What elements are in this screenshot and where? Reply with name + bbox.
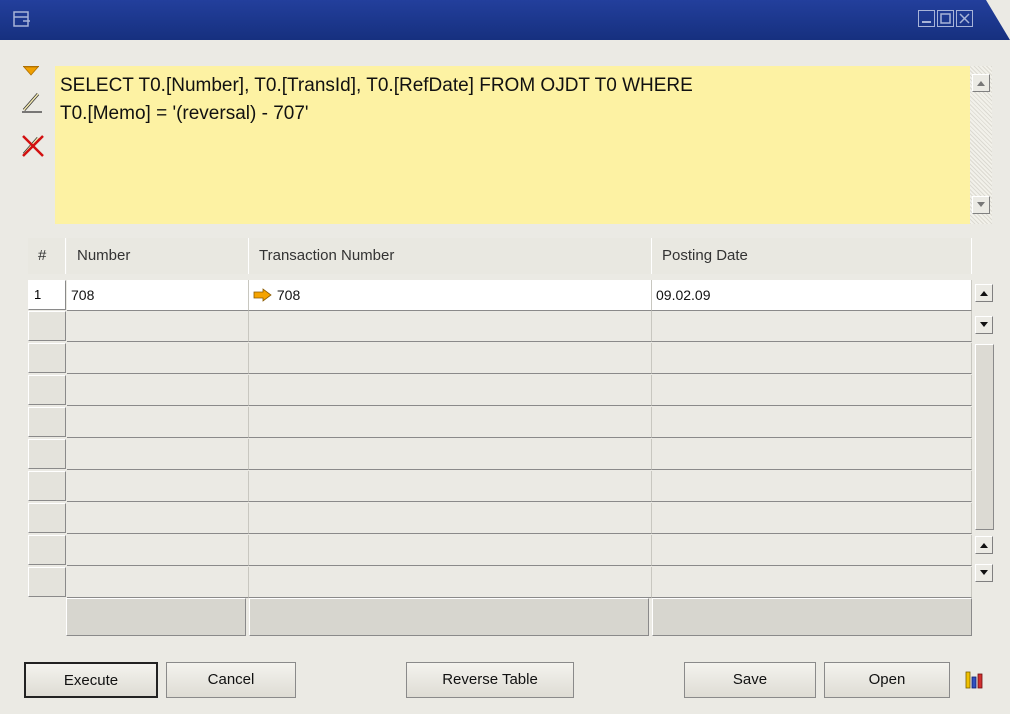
reverse-table-label: Reverse Table <box>442 671 538 688</box>
cell-transaction-number[interactable] <box>249 471 652 502</box>
row-number[interactable] <box>28 567 66 597</box>
cell-posting-date[interactable] <box>652 567 972 598</box>
table-row[interactable] <box>28 439 972 470</box>
table-row[interactable] <box>28 535 972 566</box>
cell-posting-date[interactable]: 09.02.09 <box>652 280 972 311</box>
query-tools <box>20 66 50 166</box>
scroll-up-button[interactable] <box>975 284 993 302</box>
open-button[interactable]: Open <box>824 662 950 698</box>
pencil-delete-icon[interactable] <box>20 132 46 158</box>
row-number[interactable] <box>28 407 66 437</box>
pencil-icon[interactable] <box>20 90 44 114</box>
scroll-down-button[interactable] <box>975 316 993 334</box>
row-number[interactable] <box>28 535 66 565</box>
cell-number[interactable] <box>67 471 249 502</box>
cell-transaction-number[interactable] <box>249 535 652 566</box>
close-button[interactable] <box>956 10 973 27</box>
scroll-up-button[interactable] <box>975 536 993 554</box>
cell-transaction-number[interactable] <box>249 567 652 598</box>
cell-number[interactable] <box>67 375 249 406</box>
cell-posting-date[interactable] <box>652 471 972 502</box>
table-row[interactable] <box>28 311 972 342</box>
filter-triangle-icon[interactable] <box>23 66 39 76</box>
table-row[interactable] <box>28 567 972 598</box>
chevron-down-icon <box>980 570 988 575</box>
cell-posting-date[interactable] <box>652 375 972 406</box>
query-text[interactable]: SELECT T0.[Number], T0.[TransId], T0.[Re… <box>60 72 960 128</box>
transaction-number-value: 708 <box>276 287 301 303</box>
query-scrollbar[interactable] <box>970 66 992 224</box>
window-icon <box>13 11 30 27</box>
bar-chart-icon[interactable] <box>964 668 986 690</box>
cancel-button[interactable]: Cancel <box>166 662 296 698</box>
maximize-button[interactable] <box>937 10 954 27</box>
title-bar-corner <box>986 0 1010 40</box>
cell-transaction-number[interactable] <box>249 503 652 534</box>
scroll-down-button[interactable] <box>975 564 993 582</box>
chevron-down-icon <box>980 322 988 327</box>
table-row[interactable]: 1 708 708 09.02.09 <box>28 280 972 311</box>
column-header-index[interactable]: # <box>28 238 66 274</box>
query-window: SELECT T0.[Number], T0.[TransId], T0.[Re… <box>0 0 1010 714</box>
row-number[interactable] <box>28 439 66 469</box>
row-number[interactable] <box>28 311 66 341</box>
cell-transaction-number[interactable] <box>249 375 652 406</box>
maximize-icon <box>940 13 951 24</box>
grid-footer <box>66 598 972 636</box>
close-icon <box>959 13 970 24</box>
save-button[interactable]: Save <box>684 662 816 698</box>
cell-posting-date[interactable] <box>652 343 972 374</box>
table-row[interactable] <box>28 375 972 406</box>
footer-cell-transaction-number <box>249 598 649 636</box>
minimize-button[interactable] <box>918 10 935 27</box>
cell-number[interactable] <box>67 311 249 342</box>
scroll-down-button[interactable] <box>972 196 990 214</box>
cell-number[interactable] <box>67 439 249 470</box>
cell-transaction-number[interactable]: 708 <box>249 280 652 311</box>
table-row[interactable] <box>28 503 972 534</box>
minimize-icon <box>922 21 931 23</box>
chevron-up-icon <box>980 543 988 548</box>
execute-button[interactable]: Execute <box>24 662 158 698</box>
query-editor[interactable]: SELECT T0.[Number], T0.[TransId], T0.[Re… <box>55 66 970 224</box>
cell-number[interactable] <box>67 535 249 566</box>
row-number[interactable] <box>28 471 66 501</box>
chevron-up-icon <box>980 291 988 296</box>
grid-scrollbar[interactable] <box>973 280 996 586</box>
chevron-up-icon <box>977 81 985 86</box>
footer-cell-number <box>66 598 246 636</box>
column-header-number[interactable]: Number <box>67 238 249 274</box>
column-header-transaction-number[interactable]: Transaction Number <box>249 238 652 274</box>
cell-posting-date[interactable] <box>652 439 972 470</box>
cell-number[interactable]: 708 <box>67 280 249 311</box>
scroll-thumb[interactable] <box>975 344 994 530</box>
reverse-table-button[interactable]: Reverse Table <box>406 662 574 698</box>
cell-transaction-number[interactable] <box>249 439 652 470</box>
table-row[interactable] <box>28 471 972 502</box>
orange-arrow-icon[interactable] <box>253 288 273 302</box>
row-number[interactable] <box>28 503 66 533</box>
row-number[interactable]: 1 <box>28 280 66 310</box>
cell-posting-date[interactable] <box>652 407 972 438</box>
row-number[interactable] <box>28 343 66 373</box>
footer-cell-posting-date <box>652 598 972 636</box>
table-row[interactable] <box>28 343 972 374</box>
table-row[interactable] <box>28 407 972 438</box>
cell-posting-date[interactable] <box>652 503 972 534</box>
column-header-posting-date[interactable]: Posting Date <box>652 238 972 274</box>
chevron-down-icon <box>977 202 985 207</box>
row-number[interactable] <box>28 375 66 405</box>
cell-number[interactable] <box>67 343 249 374</box>
cell-number[interactable] <box>67 407 249 438</box>
cell-number[interactable] <box>67 567 249 598</box>
cell-number[interactable] <box>67 503 249 534</box>
scroll-up-button[interactable] <box>972 74 990 92</box>
cell-posting-date[interactable] <box>652 311 972 342</box>
cell-transaction-number[interactable] <box>249 343 652 374</box>
title-bar[interactable] <box>0 0 1010 40</box>
cell-transaction-number[interactable] <box>249 311 652 342</box>
cell-transaction-number[interactable] <box>249 407 652 438</box>
cell-posting-date[interactable] <box>652 535 972 566</box>
